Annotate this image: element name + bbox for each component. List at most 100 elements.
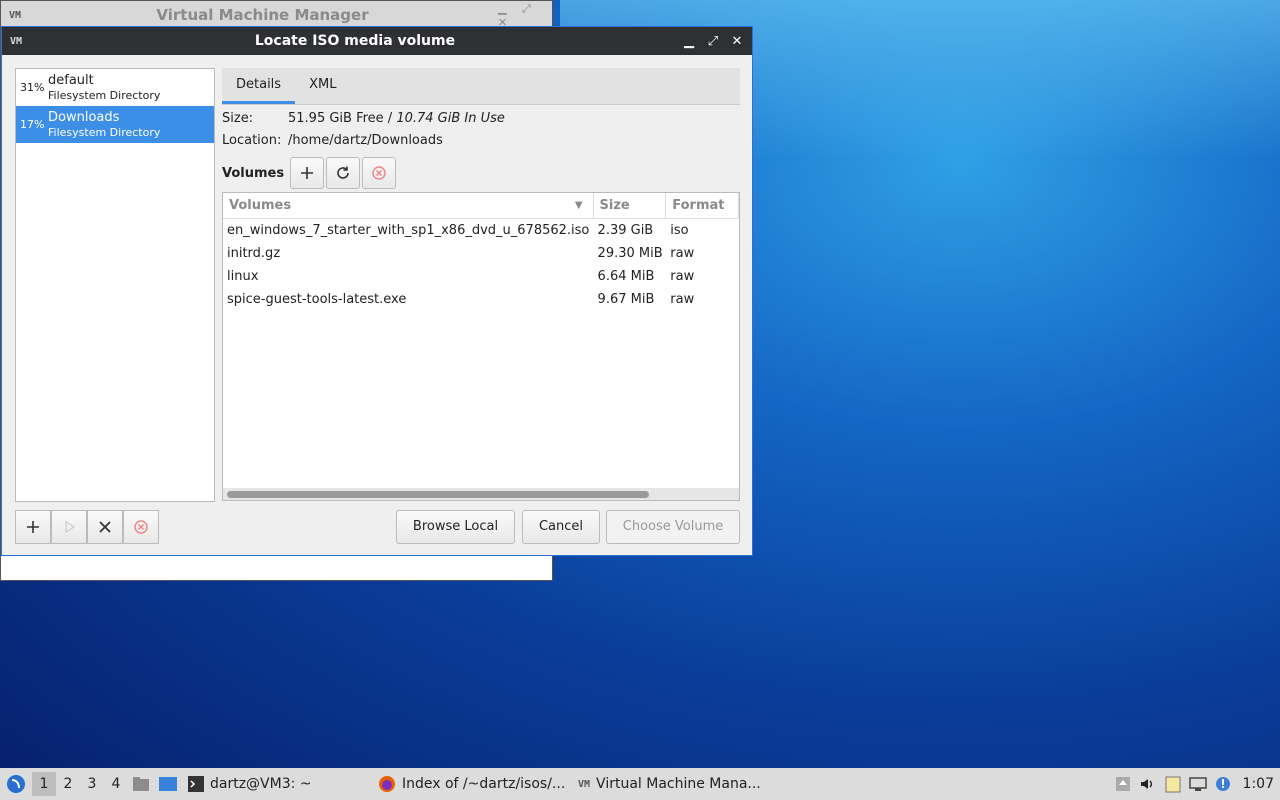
plus-icon: [27, 521, 39, 533]
browse-local-button[interactable]: Browse Local: [396, 510, 515, 544]
volume-name: linux: [227, 269, 259, 284]
table-row[interactable]: en_windows_7_starter_with_sp1_x86_dvd_u_…: [223, 219, 739, 242]
close-icon[interactable]: ✕: [730, 34, 744, 49]
vmm-titlebar[interactable]: VM Virtual Machine Manager ▁ ⤢ ✕: [1, 1, 552, 29]
terminal-icon: [188, 776, 204, 792]
choose-volume-button[interactable]: Choose Volume: [606, 510, 740, 544]
volume-format: raw: [670, 292, 695, 307]
show-desktop-launcher[interactable]: [154, 768, 182, 800]
size-info: Size: 51.95 GiB Free / 10.74 GiB In Use: [222, 111, 505, 126]
workspace-3[interactable]: 3: [80, 772, 104, 796]
size-in-use: 10.74 GiB In Use: [396, 111, 505, 126]
start-menu-button[interactable]: [0, 768, 32, 800]
notification-icon[interactable]: [1215, 776, 1231, 792]
vmm-window-title: Virtual Machine Manager: [156, 6, 369, 24]
pool-item-downloads[interactable]: 17% Downloads Filesystem Directory: [16, 106, 214, 143]
table-row[interactable]: linux 6.64 MiB raw: [223, 265, 739, 288]
pool-name: Downloads: [48, 110, 120, 125]
volume-size: 6.64 MiB: [597, 269, 655, 284]
location-label: Location:: [222, 133, 282, 148]
dialog-logo-icon: VM: [10, 35, 23, 47]
add-volume-button[interactable]: [290, 157, 325, 189]
firefox-icon: [379, 776, 395, 792]
lubuntu-logo-icon: [7, 775, 25, 793]
stop-icon: [372, 166, 386, 180]
storage-pool-list: 31% default Filesystem Directory 17% Dow…: [15, 68, 215, 502]
volumes-toolbar: Volumes: [222, 157, 398, 189]
file-manager-launcher[interactable]: [128, 768, 154, 800]
minimize-icon[interactable]: ▁: [682, 34, 696, 49]
clipboard-icon[interactable]: [1165, 775, 1181, 793]
eject-icon[interactable]: [1115, 776, 1131, 792]
vmm-window-controls[interactable]: ▁ ⤢ ✕: [498, 2, 552, 29]
workspace-4[interactable]: 4: [104, 772, 128, 796]
add-pool-button[interactable]: [15, 510, 51, 544]
plus-icon: [301, 167, 314, 179]
desktop-icon: [159, 777, 177, 791]
tab-xml[interactable]: XML: [295, 68, 350, 104]
x-icon: [99, 521, 111, 533]
details-tabs: Details XML: [222, 68, 740, 105]
system-tray: 1:07: [1115, 768, 1280, 800]
pool-name: default: [48, 73, 94, 88]
size-free: 51.95 GiB Free: [288, 111, 384, 126]
folder-icon: [133, 777, 149, 791]
task-label: Virtual Machine Mana...: [596, 776, 761, 792]
pool-usage-percent: 17%: [20, 118, 45, 131]
task-label: Index of /~dartz/isos/...: [402, 776, 566, 792]
horizontal-scrollbar[interactable]: [223, 488, 739, 500]
task-firefox[interactable]: Index of /~dartz/isos/...: [378, 768, 578, 800]
volume-size: 29.30 MiB: [597, 246, 663, 261]
volumes-table: Volumes ▼ Size Format en_windows_7_start…: [222, 192, 740, 501]
cancel-button[interactable]: Cancel: [522, 510, 600, 544]
dialog-titlebar[interactable]: VM Locate ISO media volume ▁ ⤢ ✕: [2, 27, 752, 55]
task-terminal[interactable]: dartz@VM3: ~: [188, 768, 378, 800]
pool-actions: [15, 510, 159, 544]
size-label: Size:: [222, 111, 254, 126]
clock[interactable]: 1:07: [1243, 776, 1274, 792]
refresh-icon: [337, 166, 349, 179]
column-header-format[interactable]: Format: [666, 193, 739, 218]
scrollbar-thumb[interactable]: [227, 491, 649, 498]
task-label: dartz@VM3: ~: [210, 776, 312, 792]
column-header-volumes[interactable]: Volumes ▼: [223, 193, 594, 218]
volumes-table-header: Volumes ▼ Size Format: [223, 193, 739, 219]
volume-name: initrd.gz: [227, 246, 281, 261]
pool-item-default[interactable]: 31% default Filesystem Directory: [16, 69, 214, 106]
column-header-size[interactable]: Size: [594, 193, 667, 218]
volume-format: iso: [670, 223, 689, 238]
size-separator: /: [383, 111, 397, 126]
tab-details[interactable]: Details: [222, 68, 296, 104]
network-icon[interactable]: [1188, 776, 1207, 792]
pool-type: Filesystem Directory: [48, 89, 161, 102]
refresh-volumes-button[interactable]: [326, 157, 361, 189]
volume-format: raw: [670, 246, 695, 261]
stop-pool-button[interactable]: [87, 510, 123, 544]
pool-usage-percent: 31%: [20, 81, 45, 94]
sort-down-icon: ▼: [574, 200, 583, 211]
dialog-title: Locate ISO media volume: [254, 33, 456, 49]
volume-format: raw: [670, 269, 695, 284]
task-virt-manager[interactable]: VM Virtual Machine Mana...: [578, 768, 778, 800]
workspace-1[interactable]: 1: [32, 772, 56, 796]
volume-size: 2.39 GiB: [597, 223, 654, 238]
maximize-icon[interactable]: ⤢: [706, 34, 720, 49]
volume-name: en_windows_7_starter_with_sp1_x86_dvd_u_…: [227, 223, 590, 238]
start-pool-button[interactable]: [51, 510, 87, 544]
taskbar: 1 2 3 4 dartz@VM3: ~ Index of /~dartz/is…: [0, 768, 1280, 800]
location-value: /home/dartz/Downloads: [288, 133, 443, 148]
volume-icon[interactable]: [1139, 776, 1157, 792]
location-info: Location: /home/dartz/Downloads: [222, 133, 443, 148]
table-row[interactable]: initrd.gz 29.30 MiB raw: [223, 242, 739, 265]
locate-iso-dialog: VM Locate ISO media volume ▁ ⤢ ✕ 31% def…: [1, 26, 753, 556]
vmm-logo-icon: VM: [9, 10, 22, 21]
delete-pool-button[interactable]: [123, 510, 159, 544]
volume-name: spice-guest-tools-latest.exe: [227, 292, 407, 307]
delete-volume-button[interactable]: [362, 157, 397, 189]
stop-icon: [134, 520, 148, 534]
pool-type: Filesystem Directory: [48, 126, 161, 139]
table-row[interactable]: spice-guest-tools-latest.exe 9.67 MiB ra…: [223, 288, 739, 311]
volume-size: 9.67 MiB: [597, 292, 655, 307]
workspace-2[interactable]: 2: [56, 772, 80, 796]
play-icon: [65, 520, 76, 534]
